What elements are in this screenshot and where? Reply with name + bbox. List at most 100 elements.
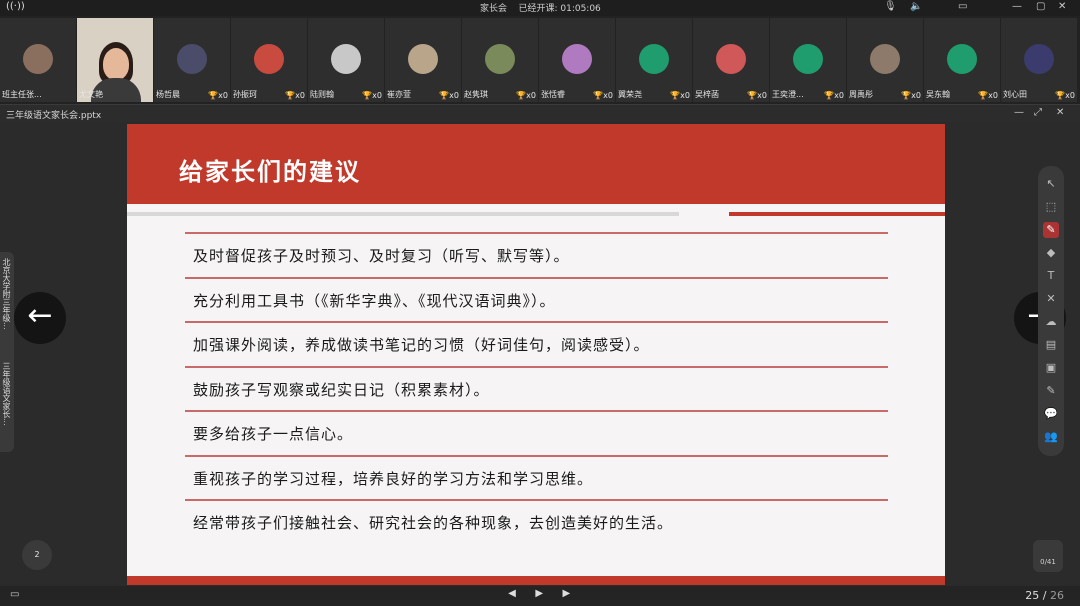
trophy-icon: 🏆x0 (670, 91, 690, 100)
trophy-icon: 🏆x0 (208, 91, 228, 100)
cloud-icon[interactable]: ☁ (1043, 314, 1059, 330)
avatar (947, 44, 977, 74)
play-icon[interactable]: ▶ (527, 588, 551, 599)
mic-icon[interactable]: 🎙 (884, 1, 897, 12)
select-icon[interactable]: ⬚ (1043, 199, 1059, 215)
side-tab-1[interactable]: 北京大学附三年级... (1, 258, 12, 330)
trophy-icon: 🏆x0 (901, 91, 921, 100)
meeting-status: 家长会 已经开课: 01:05:06 (480, 1, 601, 14)
prev-slide-button[interactable]: ← (14, 292, 66, 344)
playback-controls: ◀ ▶ ▶ (500, 588, 578, 599)
participant-name: 刘心田 (1003, 90, 1027, 99)
participant-tile[interactable]: 王奕澄... 🏆x0 (770, 18, 846, 102)
slide: 给家长们的建议 及时督促孩子及时预习、及时复习（听写、默写等）。 充分利用工具书（… (127, 124, 945, 585)
next-icon[interactable]: ▶ (554, 588, 578, 599)
doc-close-icon[interactable]: ✕ (1056, 107, 1064, 118)
page-indicator: 25 / 26 (1025, 589, 1064, 602)
participant-tile[interactable]: 赵隽琪 🏆x0 (462, 18, 538, 102)
avatar (23, 44, 53, 74)
bullet-rule (185, 499, 888, 501)
trophy-icon: 🏆x0 (824, 91, 844, 100)
trophy-icon: 🏆x0 (978, 91, 998, 100)
prev-icon[interactable]: ◀ (500, 588, 524, 599)
doc-expand-icon[interactable]: ⤢ (1034, 107, 1042, 118)
slide-title: 给家长们的建议 (179, 157, 361, 186)
pointer-icon[interactable]: ↖ (1043, 176, 1059, 192)
avatar (485, 44, 515, 74)
trophy-icon: 🏆x0 (285, 91, 305, 100)
bullet-rule (185, 410, 888, 412)
participant-tile[interactable]: 陆则翰 🏆x0 (308, 18, 384, 102)
minimize-button[interactable]: — (1012, 1, 1022, 12)
slide-bullet: 加强课外阅读，养成做读书笔记的习惯（好词佳句，阅读感受）。 (185, 321, 888, 361)
slide-bullet: 要多给孩子一点信心。 (185, 410, 888, 450)
annotation-toolbar: ↖ ⬚ ✎ ◆ T ✕ ☁ ▤ ▣ ✎ 💬 👥 (1038, 166, 1064, 456)
camera-icon[interactable]: ▭ (958, 1, 967, 12)
avatar (254, 44, 284, 74)
participant-tile[interactable]: 吴梓菡 🏆x0 (693, 18, 769, 102)
signal-icon: ((·)) (6, 1, 25, 12)
participant-tile[interactable]: 翼荣尧 🏆x0 (616, 18, 692, 102)
participant-tile[interactable]: 班主任张... (0, 18, 76, 102)
trophy-icon: 🏆x0 (439, 91, 459, 100)
trophy-icon: 🏆x0 (516, 91, 536, 100)
trophy-icon: 🏆x0 (593, 91, 613, 100)
presentation-stage: 给家长们的建议 及时督促孩子及时预习、及时复习（听写、默写等）。 充分利用工具书（… (0, 122, 1080, 586)
slide-bullet: 重视孩子的学习过程，培养良好的学习方法和学习思维。 (185, 454, 888, 495)
close-button[interactable]: ✕ (1058, 1, 1066, 12)
page-badge[interactable]: 2 (22, 540, 52, 570)
slide-bullet: 及时督促孩子及时预习、及时复习（听写、默写等）。 (185, 232, 888, 272)
bottom-bar: ▭ ◀ ▶ ▶ 25 / 26 (0, 586, 1080, 606)
participant-name: 班主任张... (2, 90, 42, 99)
bullet-rule (185, 232, 888, 234)
trophy-icon: 🏆x0 (1055, 91, 1075, 100)
avatar (408, 44, 438, 74)
participant-tile[interactable]: 尤文艳 (77, 18, 153, 102)
participant-name: 张恬睿 (541, 90, 565, 99)
avatar (562, 44, 592, 74)
participant-tile[interactable]: 张恬睿 🏆x0 (539, 18, 615, 102)
slide-bullet: 经常带孩子们接触社会、研究社会的各种现象，去创造美好的生活。 (185, 499, 888, 539)
layout-icon[interactable]: ▭ (10, 589, 19, 600)
trophy-icon: 🏆x0 (362, 91, 382, 100)
text-icon[interactable]: T (1043, 268, 1059, 284)
users-icon[interactable]: 👥 (1043, 429, 1059, 445)
participant-strip: 班主任张... 尤文艳 杨哲晨 🏆x0 孙振珂 🏆x0 陆则翰 🏆x0 崔亦萱 🏆x0 赵隽琪 🏆x0… (0, 16, 1080, 104)
participant-name: 赵隽琪 (464, 90, 488, 99)
attendance-counter[interactable]: 0/41 (1033, 540, 1063, 572)
total-pages: 26 (1050, 589, 1064, 602)
slide-bullet: 鼓励孩子写观察或纪实日记（积累素材）。 (185, 365, 888, 406)
participant-tile[interactable]: 吴东翰 🏆x0 (924, 18, 1000, 102)
doc-minimize-icon[interactable]: — (1014, 107, 1024, 118)
participant-tile[interactable]: 杨哲晨 🏆x0 (154, 18, 230, 102)
slide-footer-bar (127, 576, 945, 585)
maximize-button[interactable]: ▢ (1036, 1, 1045, 12)
save-icon[interactable]: ▣ (1043, 360, 1059, 376)
class-timer: 已经开课: 01:05:06 (518, 4, 601, 14)
participant-tile[interactable]: 孙振珂 🏆x0 (231, 18, 307, 102)
chat-icon[interactable]: 💬 (1043, 406, 1059, 422)
slide-bullet: 充分利用工具书（《新华字典》、《现代汉语词典》）。 (185, 276, 888, 317)
close-icon[interactable]: ✕ (1043, 291, 1059, 307)
avatar (331, 44, 361, 74)
document-title: 三年级语文家长会.pptx (6, 111, 102, 121)
pen-icon[interactable]: ✎ (1043, 222, 1059, 238)
bullet-rule (185, 454, 888, 457)
bullet-rule (185, 365, 888, 368)
box-icon[interactable]: ▤ (1043, 337, 1059, 353)
participant-tile[interactable]: 崔亦萱 🏆x0 (385, 18, 461, 102)
edit-icon[interactable]: ✎ (1043, 383, 1059, 399)
participant-tile[interactable]: 周禹彤 🏆x0 (847, 18, 923, 102)
speaker-icon[interactable]: 🔈 (910, 1, 922, 12)
eraser-icon[interactable]: ◆ (1043, 245, 1059, 261)
participant-tile[interactable]: 刘心田 🏆x0 (1001, 18, 1077, 102)
avatar (1024, 44, 1054, 74)
participant-name: 陆则翰 (310, 90, 334, 99)
meeting-label: 家长会 (480, 4, 508, 14)
current-page: 25 (1025, 589, 1040, 602)
divider-red (729, 212, 945, 216)
participant-name: 尤文艳 (79, 90, 103, 99)
participant-name: 王奕澄... (772, 90, 804, 99)
side-tab-2[interactable]: 三年级语文家长... (1, 362, 12, 426)
participant-name: 孙振珂 (233, 90, 257, 99)
